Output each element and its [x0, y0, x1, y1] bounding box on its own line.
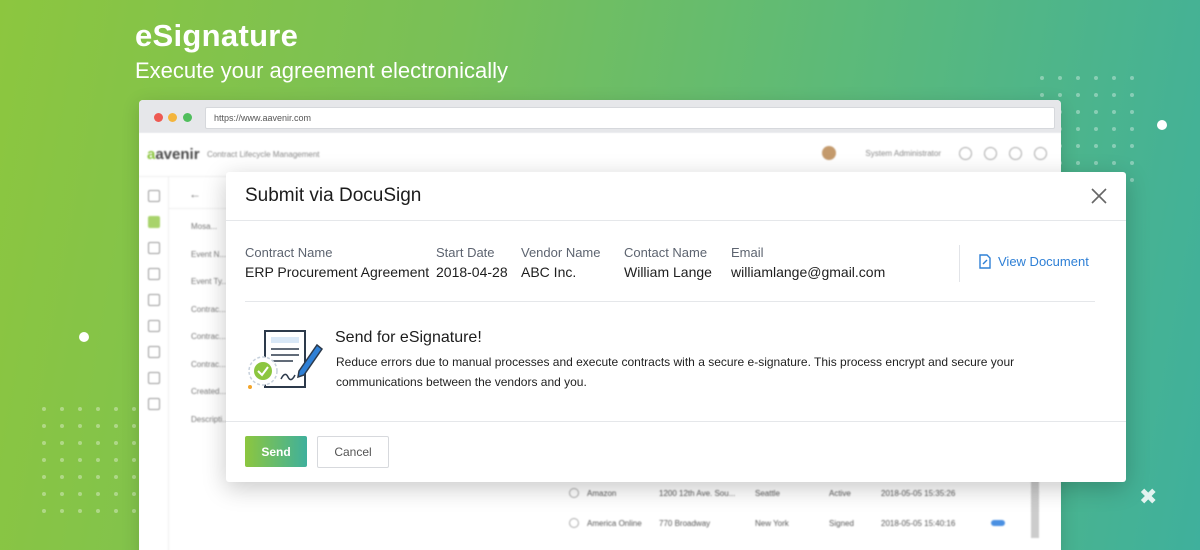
- field-value: 2018-04-28: [436, 264, 508, 280]
- decor-dot: [1157, 120, 1167, 130]
- minimize-window-button[interactable]: [168, 113, 177, 122]
- sidebar-item-calendar[interactable]: [147, 294, 160, 306]
- field-label: Contract Name: [245, 245, 333, 260]
- sidebar-item-upload[interactable]: [147, 346, 160, 358]
- divider: [226, 220, 1126, 221]
- email-field: Email williamlange@gmail.com: [731, 245, 885, 280]
- divider: [245, 301, 1095, 302]
- view-document-label: View Document: [998, 254, 1089, 269]
- row-radio[interactable]: [569, 488, 579, 498]
- sidebar-item-documents[interactable]: [147, 268, 160, 280]
- filter-icon[interactable]: [147, 190, 160, 202]
- sidebar-item-reports[interactable]: [147, 320, 160, 332]
- field-value: ABC Inc.: [521, 264, 577, 280]
- sidebar: [139, 177, 169, 550]
- address-bar[interactable]: https://www.aavenir.com: [205, 107, 1055, 129]
- view-document-link[interactable]: View Document: [978, 254, 1089, 269]
- sidebar-item-dashboard[interactable]: [147, 242, 160, 254]
- field-value: ERP Procurement Agreement: [245, 264, 430, 280]
- esign-title: Send for eSignature!: [335, 329, 482, 346]
- header-icons: [959, 147, 1047, 160]
- close-icon[interactable]: [1088, 185, 1110, 207]
- field-label: Email: [731, 245, 764, 260]
- field-label: Start Date: [436, 245, 495, 260]
- form-labels: Mosa... Event N... Event Ty... Contrac..…: [191, 222, 229, 424]
- app-header: aavenir Contract Lifecycle Management Sy…: [139, 133, 1061, 177]
- maximize-window-button[interactable]: [183, 113, 192, 122]
- dot-pattern-left: [42, 407, 154, 513]
- table-scrollbar[interactable]: [1031, 478, 1039, 538]
- modal-title: Submit via DocuSign: [245, 185, 422, 206]
- browser-toolbar: https://www.aavenir.com: [139, 100, 1061, 133]
- send-button[interactable]: Send: [245, 436, 307, 467]
- document-edit-icon: [979, 254, 991, 269]
- help-icon[interactable]: [1009, 147, 1022, 160]
- contact-name-field: Contact Name William Lange: [624, 245, 712, 280]
- close-window-button[interactable]: [154, 113, 163, 122]
- vendor-name-field: Vendor Name ABC Inc.: [521, 245, 601, 280]
- sidebar-item-grid[interactable]: [147, 372, 160, 384]
- search-icon[interactable]: [959, 147, 972, 160]
- app-logo: aavenir: [147, 146, 200, 163]
- hero-subtitle: Execute your agreement electronically: [135, 58, 508, 83]
- field-value: williamlange@gmail.com: [731, 264, 886, 280]
- vendor-table: Amazon 1200 12th Ave. Sou... Seattle Act…: [544, 478, 1014, 538]
- settings-icon[interactable]: [1034, 147, 1047, 160]
- signature-document-icon: [248, 330, 324, 389]
- hero-title: eSignature: [135, 18, 299, 53]
- divider: [226, 421, 1126, 422]
- vertical-divider: [959, 245, 960, 282]
- sidebar-item-contracts[interactable]: [147, 216, 160, 228]
- chat-icon[interactable]: [984, 147, 997, 160]
- field-value: William Lange: [624, 264, 712, 280]
- docusign-modal: Submit via DocuSign Contract Name ERP Pr…: [226, 172, 1126, 482]
- start-date-field: Start Date 2018-04-28: [436, 245, 508, 280]
- row-radio[interactable]: [569, 518, 579, 528]
- field-label: Contact Name: [624, 245, 708, 260]
- esign-description: Reduce errors due to manual processes an…: [336, 355, 1015, 389]
- app-name: Contract Lifecycle Management: [207, 150, 320, 159]
- table-row[interactable]: America Online 770 Broadway New York Sig…: [544, 508, 1014, 538]
- decor-x-icon: ✖: [1139, 484, 1158, 509]
- cancel-button[interactable]: Cancel: [317, 436, 389, 468]
- decor-dot: [79, 332, 89, 342]
- user-menu[interactable]: System Administrator: [865, 149, 941, 158]
- field-label: Vendor Name: [521, 245, 601, 260]
- table-row[interactable]: Amazon 1200 12th Ave. Sou... Seattle Act…: [544, 478, 1014, 508]
- back-arrow-icon[interactable]: ←: [189, 187, 201, 201]
- sidebar-item-analytics[interactable]: [147, 398, 160, 410]
- row-tag: [991, 520, 1005, 526]
- contract-name-field: Contract Name ERP Procurement Agreement: [245, 245, 429, 280]
- avatar[interactable]: [822, 146, 836, 160]
